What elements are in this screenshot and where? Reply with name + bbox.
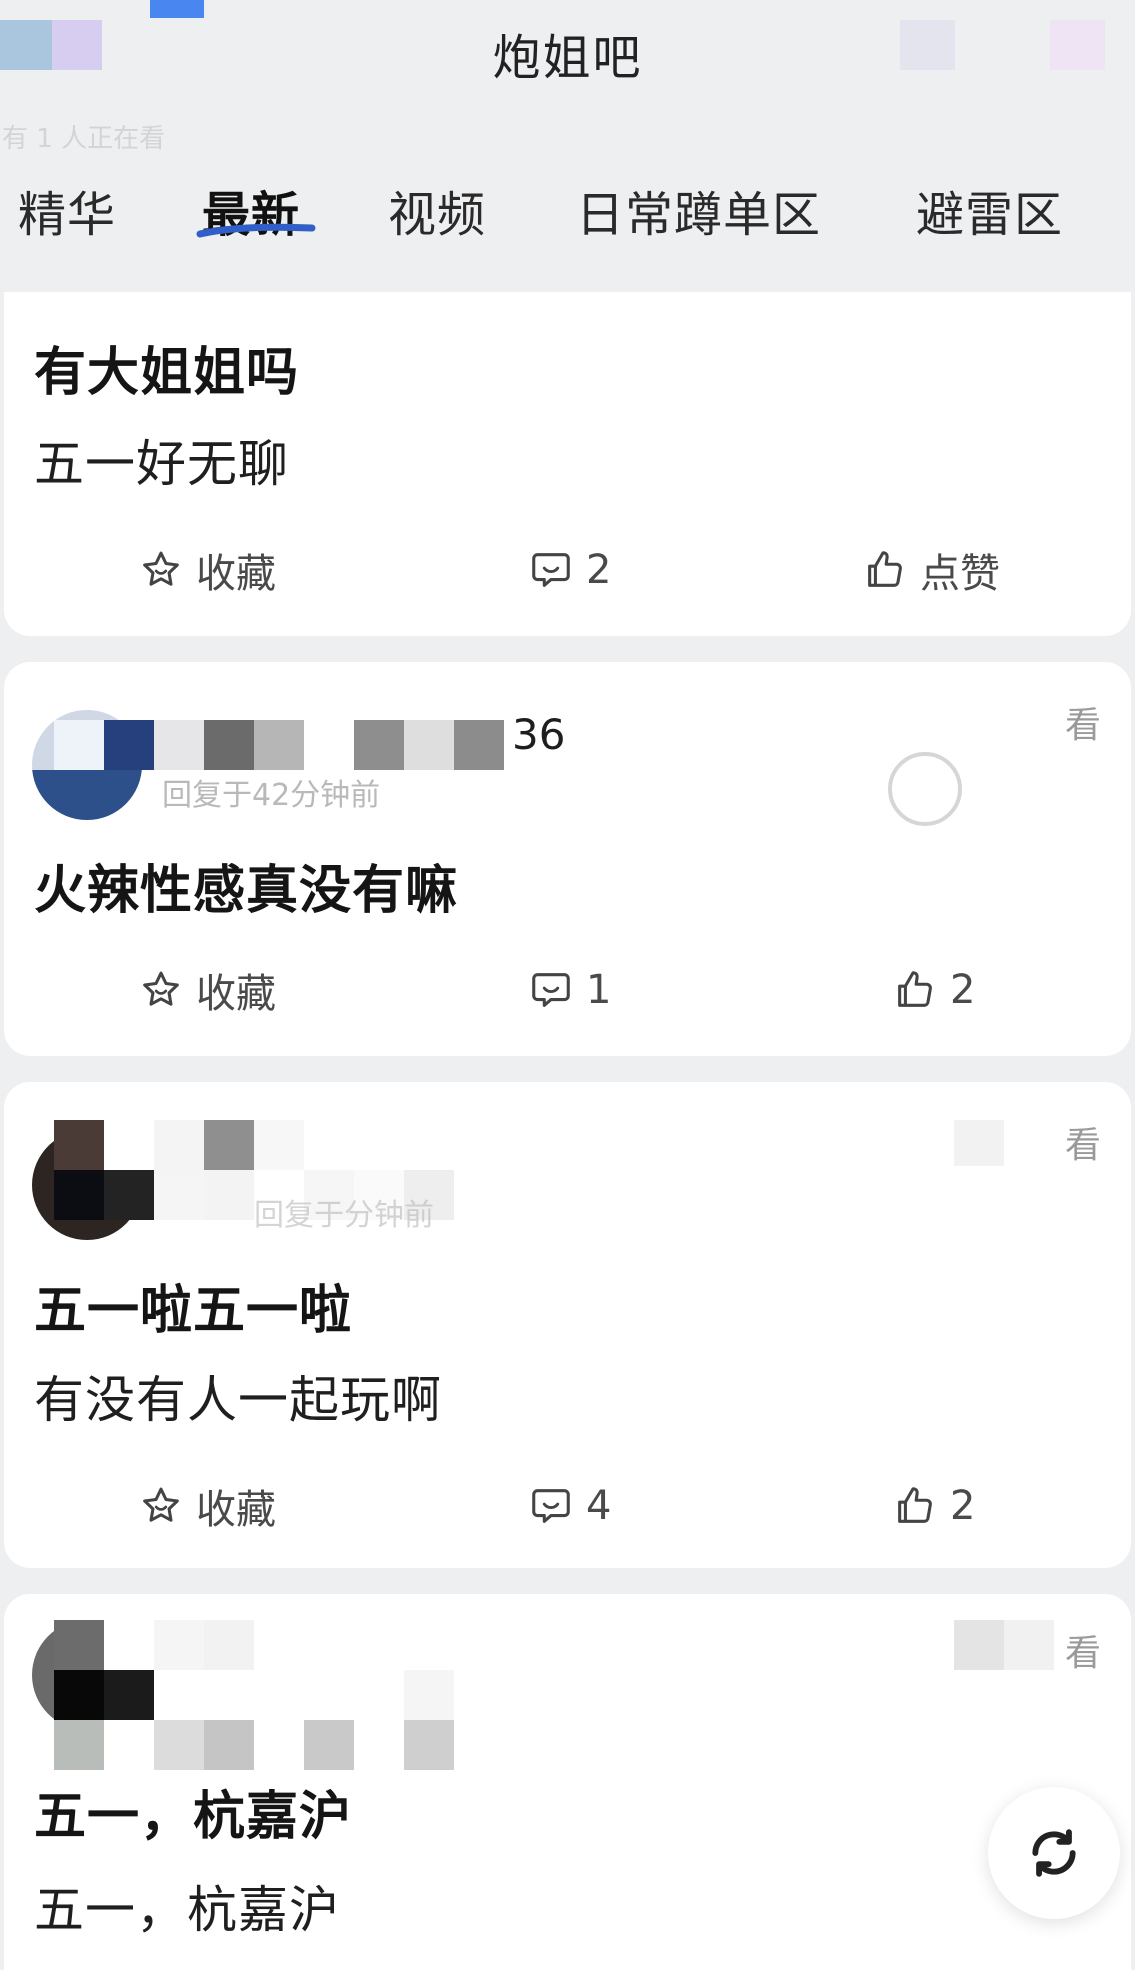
view-label: 看 (1064, 705, 1101, 746)
tab-richang-dundan[interactable]: 日常蹲单区 (576, 175, 821, 245)
username[interactable]: 36 (512, 710, 565, 759)
thumbs-up-icon (898, 1487, 932, 1523)
favorite-button[interactable]: 收藏 (138, 540, 276, 600)
view-label-blur-b (1004, 1620, 1054, 1670)
post-actions: 收藏 4 2 (4, 1476, 1131, 1536)
star-icon (143, 971, 179, 1006)
post-body[interactable]: 五一好无聊 (34, 424, 289, 496)
tab-jinghua[interactable]: 精华 (18, 175, 116, 245)
comment-icon (532, 553, 570, 587)
refresh-button[interactable] (988, 1787, 1120, 1919)
post-actions: 收藏 1 2 (4, 960, 1131, 1020)
post-title[interactable]: 有大姐姐吗 (34, 330, 299, 405)
favorite-button[interactable]: 收藏 (138, 1476, 276, 1536)
view-label-blur-a (954, 1620, 1004, 1670)
username-mosaic (54, 720, 504, 770)
tab-bileiqu[interactable]: 避雷区 (916, 175, 1063, 245)
post-actions: 收藏 2 点赞 (4, 540, 1131, 600)
like-label: 点赞 (920, 551, 1000, 597)
favorite-button[interactable]: 收藏 (138, 960, 276, 1020)
star-icon (143, 551, 179, 586)
post-card[interactable]: 看 五一，杭嘉沪 五一，杭嘉沪 (4, 1594, 1131, 1970)
view-label: 看 (1064, 1633, 1101, 1674)
like-count: 2 (950, 967, 976, 1013)
favorite-label: 收藏 (196, 551, 276, 597)
post-title[interactable]: 五一啦五一啦 (34, 1268, 352, 1343)
comment-button[interactable]: 1 (528, 960, 611, 1020)
post-body[interactable]: 五一，杭嘉沪 (34, 1870, 340, 1942)
post-body[interactable]: 有没有人一起玩啊 (34, 1360, 442, 1432)
comment-count: 4 (586, 1483, 612, 1529)
post-title[interactable]: 火辣性感真没有嘛 (34, 848, 458, 923)
like-button[interactable]: 点赞 (862, 540, 1000, 600)
thumbs-up-icon (898, 971, 932, 1007)
post-meta: 回复于42分钟前 (162, 778, 381, 813)
post-card[interactable]: 有大姐姐吗 五一好无聊 收藏 2 点赞 (4, 292, 1131, 636)
favorite-label: 收藏 (196, 971, 276, 1017)
post-title[interactable]: 五一，杭嘉沪 (34, 1774, 352, 1849)
comment-button[interactable]: 2 (528, 540, 611, 600)
post-meta: 回复于分钟前 (254, 1198, 434, 1233)
status-bar-blur-1 (150, 0, 204, 18)
comment-icon (532, 973, 570, 1007)
tab-bar: 精华 最新 视频 日常蹲单区 避雷区 (0, 175, 1135, 255)
like-count: 2 (950, 1483, 976, 1529)
forum-title: 炮姐吧 (492, 30, 643, 86)
tab-shipin[interactable]: 视频 (388, 175, 486, 245)
active-tab-underline (196, 223, 316, 238)
loading-spinner (888, 752, 962, 826)
comment-button[interactable]: 4 (528, 1476, 611, 1536)
favorite-label: 收藏 (196, 1487, 276, 1533)
like-button[interactable]: 2 (892, 960, 975, 1020)
username-mosaic (54, 1620, 454, 1770)
post-card[interactable]: 回复于分钟前 看 五一啦五一啦 有没有人一起玩啊 收藏 4 2 (4, 1082, 1131, 1568)
view-label-blur (954, 1120, 1004, 1166)
view-label: 看 (1064, 1125, 1101, 1166)
star-icon (143, 1487, 179, 1522)
refresh-icon (1032, 1829, 1076, 1877)
comment-count: 1 (586, 967, 612, 1013)
like-button[interactable]: 2 (892, 1476, 975, 1536)
online-viewers-text: 有 1 人正在看 (2, 124, 166, 154)
comment-count: 2 (586, 547, 612, 593)
thumbs-up-icon (868, 551, 902, 587)
post-card[interactable]: 36 回复于42分钟前 看 火辣性感真没有嘛 收藏 1 2 (4, 662, 1131, 1056)
forum-header: 炮姐吧 有 1 人正在看 精华 最新 视频 日常蹲单区 避雷区 (0, 0, 1135, 290)
comment-icon (532, 1489, 570, 1523)
